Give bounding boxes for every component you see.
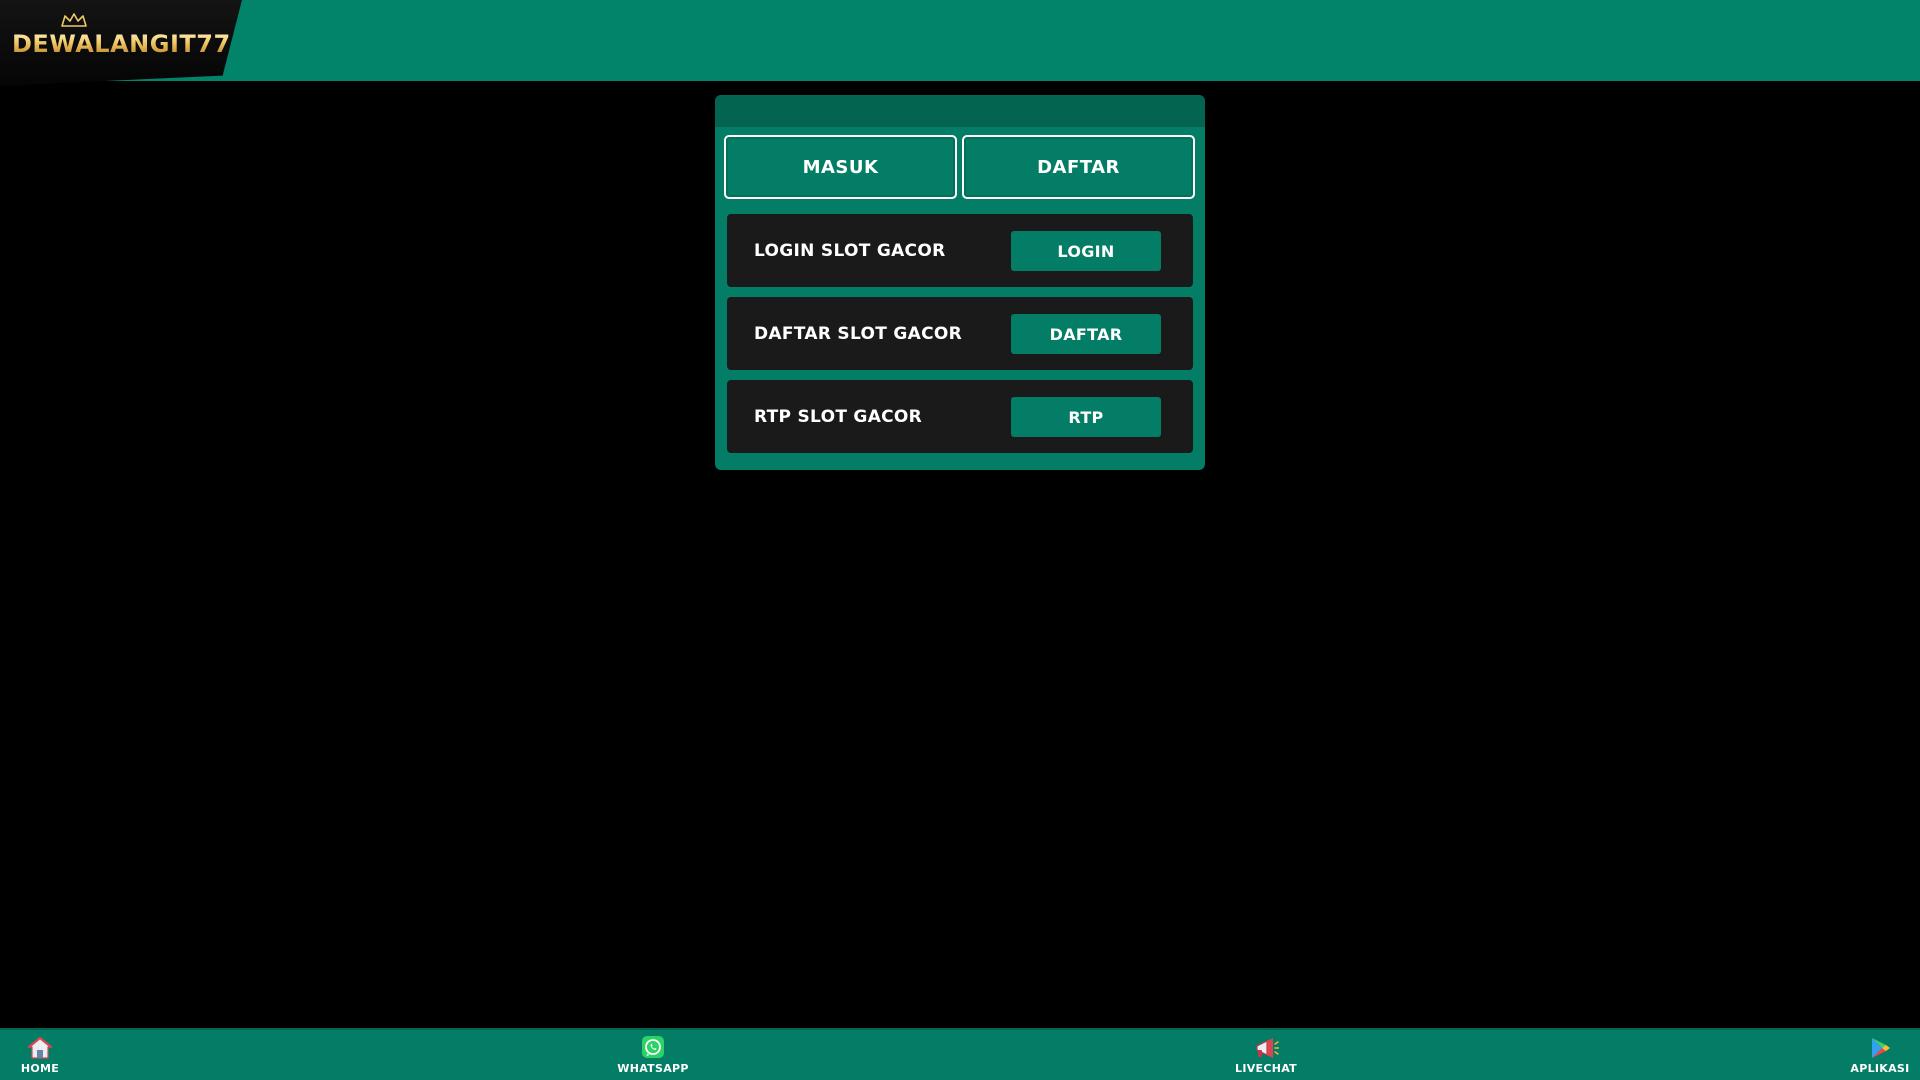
nav-aplikasi[interactable]: APLIKASI (1850, 1036, 1910, 1078)
row-rtp-slot: RTP SLOT GACOR RTP (727, 380, 1193, 453)
row-daftar-slot: DAFTAR SLOT GACOR DAFTAR (727, 297, 1193, 370)
tab-daftar[interactable]: DAFTAR (962, 135, 1195, 199)
row-login-slot: LOGIN SLOT GACOR LOGIN (727, 214, 1193, 287)
top-header: DEWALANGIT77 (0, 0, 1920, 86)
daftar-button[interactable]: DAFTAR (1011, 314, 1161, 354)
nav-label: APLIKASI (1850, 1062, 1910, 1075)
nav-label: LIVECHAT (1235, 1062, 1297, 1075)
nav-label: WHATSAPP (617, 1062, 689, 1075)
nav-whatsapp[interactable]: WHATSAPP (617, 1036, 689, 1078)
logo-text: DEWALANGIT77 (12, 30, 231, 58)
whatsapp-icon (642, 1036, 664, 1058)
row-label: DAFTAR SLOT GACOR (754, 323, 962, 344)
login-button[interactable]: LOGIN (1011, 231, 1161, 271)
play-store-icon (1872, 1038, 1890, 1058)
panel-top-bar (715, 95, 1205, 127)
site-logo[interactable]: DEWALANGIT77 (12, 12, 230, 58)
nav-livechat[interactable]: LIVECHAT (1235, 1036, 1297, 1078)
rtp-button[interactable]: RTP (1011, 397, 1161, 437)
auth-panel: MASUK DAFTAR LOGIN SLOT GACOR LOGIN DAFT… (715, 95, 1205, 470)
megaphone-icon (1256, 1038, 1279, 1058)
crown-icon (61, 13, 87, 27)
row-label: RTP SLOT GACOR (754, 406, 923, 427)
tab-masuk[interactable]: MASUK (724, 135, 957, 199)
home-icon (27, 1036, 53, 1059)
nav-label: HOME (20, 1062, 60, 1075)
nav-home[interactable]: HOME (18, 1036, 62, 1078)
bottom-nav: HOME WHATSAPP LIVECHAT APLIKASI (0, 1028, 1920, 1080)
row-label: LOGIN SLOT GACOR (754, 240, 946, 261)
